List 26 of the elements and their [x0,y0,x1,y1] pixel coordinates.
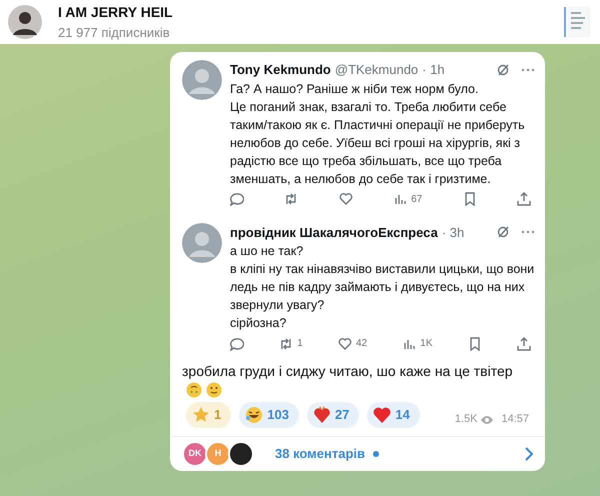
channel-title: I AM JERRY HEIL [58,2,174,22]
author-name: Tony Kekmundo [230,61,331,79]
action-count: 67 [411,192,422,206]
message-text: зробила груди і сиджу читаю, шо каже на це твітер [181,362,514,381]
reaction-button[interactable]: 103 [239,402,299,428]
author-name: провідник ШакалячогоЕкспреса [230,224,438,242]
commenter-avatar: DK [182,440,208,466]
post-time: · 3h [442,224,464,242]
tweet-text: в кліпі ну так нінавязчіво виставили цицьки, що вони ледь не пів кадру займають і дивуєтесь, що на них звернули увагу? [230,261,535,314]
tweet-text: а шо не так? [230,243,304,260]
comments-link[interactable]: 38 коментарів [275,444,366,464]
view-count: 1.5K [454,412,478,427]
action-count: 1K [420,337,433,351]
commenter-avatar: H [205,440,231,466]
action-count: 42 [356,337,368,351]
subscriber-count: 21 977 підписників [58,24,171,42]
reaction-button[interactable]: 1 [186,402,232,428]
message-time: 14:57 [501,412,529,427]
post-time: · 1h [422,61,445,79]
reaction-button[interactable]: 27 [306,402,360,428]
tweet-text: сірйозна? [230,315,288,332]
action-count: 1 [297,337,303,351]
tweet-text: Це поганий знак, взагалі то. Треба любити себе таким/такою як є. Пластичні операції не приберуть нелюбов до себе. Уїбеш всі гроші на хірургів, які з радістю все що треба збільшать, все що треба зменшать, а нелюбов до себе так і гризтиме. [230,98,526,188]
tweet-text: Га? А нашо? Раніше ж ніби теж норм було. [230,80,480,98]
user-handle: @TKekmundo [334,61,418,79]
reaction-button[interactable]: 14 [367,402,420,428]
